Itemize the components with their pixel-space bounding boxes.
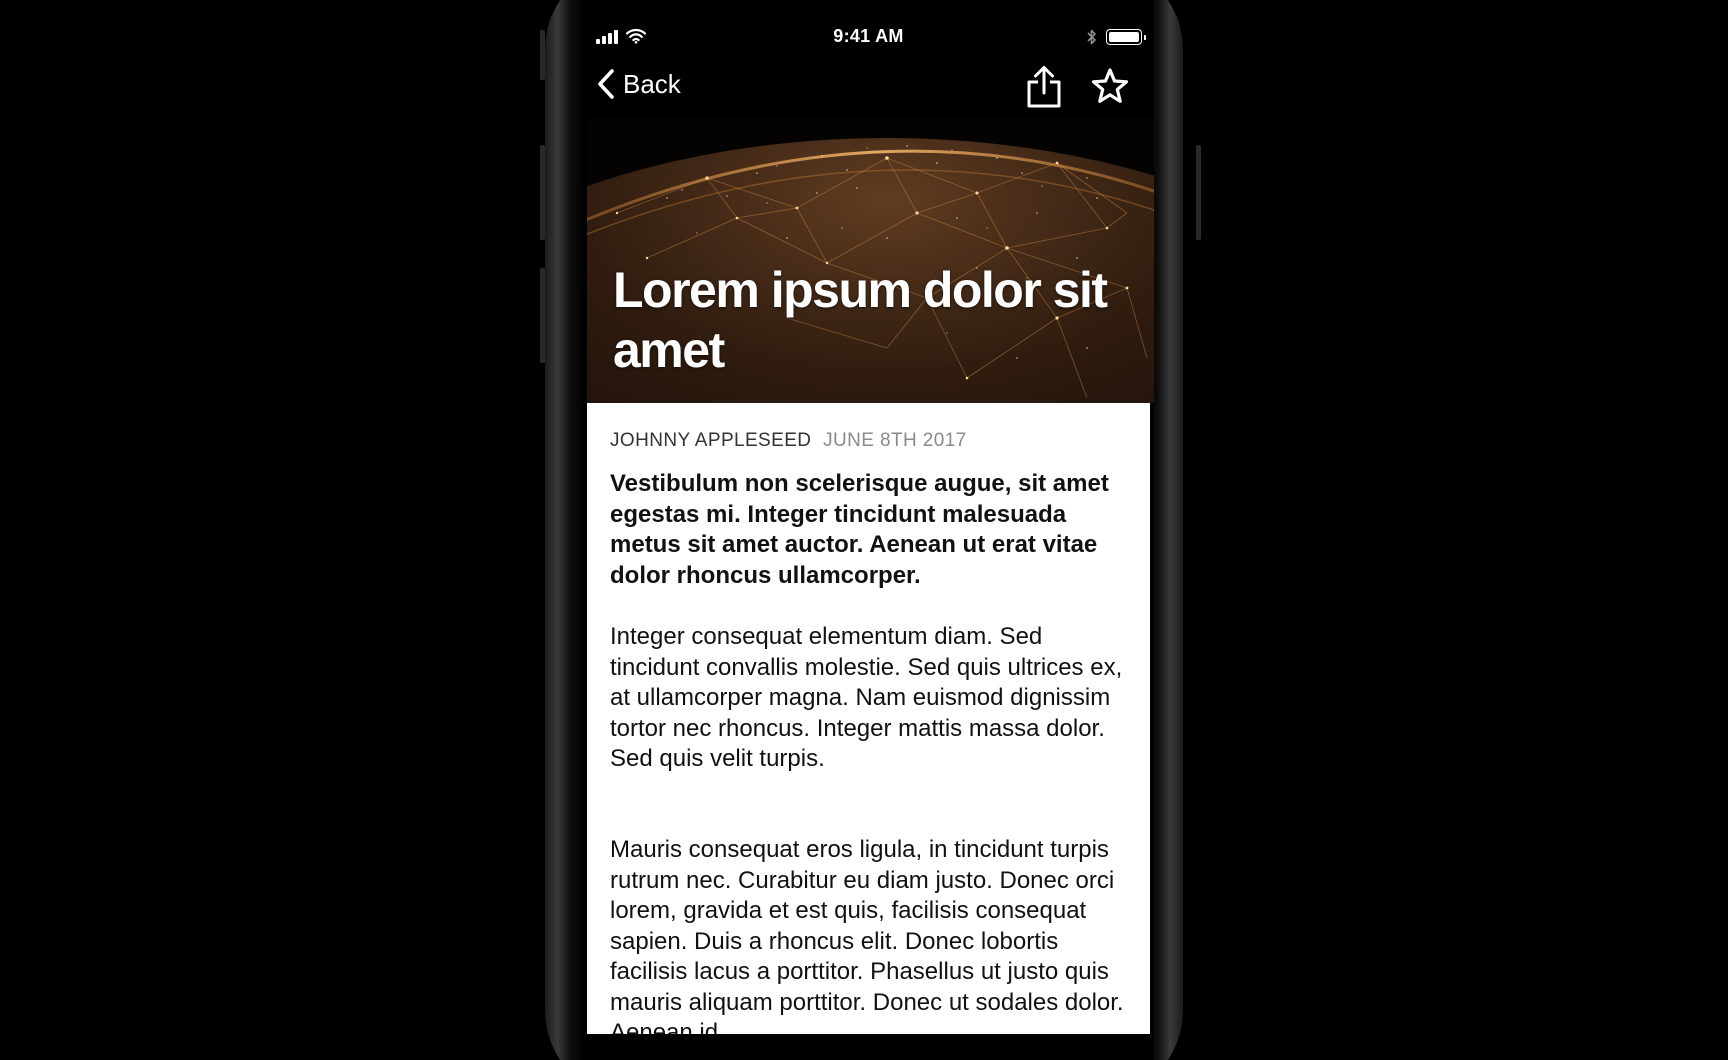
byline: JOHNNY APPLESEED JUNE 8TH 2017	[610, 430, 967, 452]
hero-banner: Lorem ipsum dolor sit amet	[587, 118, 1154, 403]
navigation-bar: Back	[583, 60, 1154, 118]
volume-down-button	[540, 268, 545, 363]
volume-up-button	[540, 145, 545, 240]
back-button[interactable]: Back	[597, 68, 681, 100]
article-body: JOHNNY APPLESEED JUNE 8TH 2017 Vestibulu…	[587, 403, 1150, 1034]
author-name: JOHNNY APPLESEED	[610, 430, 812, 451]
article-title: Lorem ipsum dolor sit amet	[613, 262, 1108, 378]
mute-switch	[540, 30, 545, 80]
article-lede: Vestibulum non scelerisque augue, sit am…	[610, 470, 1109, 589]
back-button-label: Back	[623, 68, 681, 99]
bluetooth-icon	[1087, 29, 1096, 45]
battery-icon	[1106, 29, 1142, 45]
screen-bottom-bezel	[583, 1034, 1154, 1060]
status-time: 9:41 AM	[833, 26, 904, 46]
battery-cap	[1144, 35, 1146, 40]
star-icon[interactable]	[1091, 67, 1129, 105]
chevron-left-icon	[598, 69, 614, 99]
article-paragraph: Integer consequat elementum diam. Sed ti…	[610, 623, 1123, 772]
article-paragraph: Mauris consequat eros ligula, in tincidu…	[610, 836, 1124, 1034]
phone-screen: 9:41 AM Back Lorem ipsum dolor sit amet …	[583, 0, 1154, 1034]
power-button	[1196, 145, 1201, 240]
share-icon[interactable]	[1026, 65, 1062, 109]
status-bar: 9:41 AM	[583, 20, 1154, 54]
publish-date: JUNE 8TH 2017	[823, 430, 967, 451]
stage: 9:41 AM Back Lorem ipsum dolor sit amet …	[0, 0, 1728, 1060]
battery-fill	[1109, 32, 1139, 42]
